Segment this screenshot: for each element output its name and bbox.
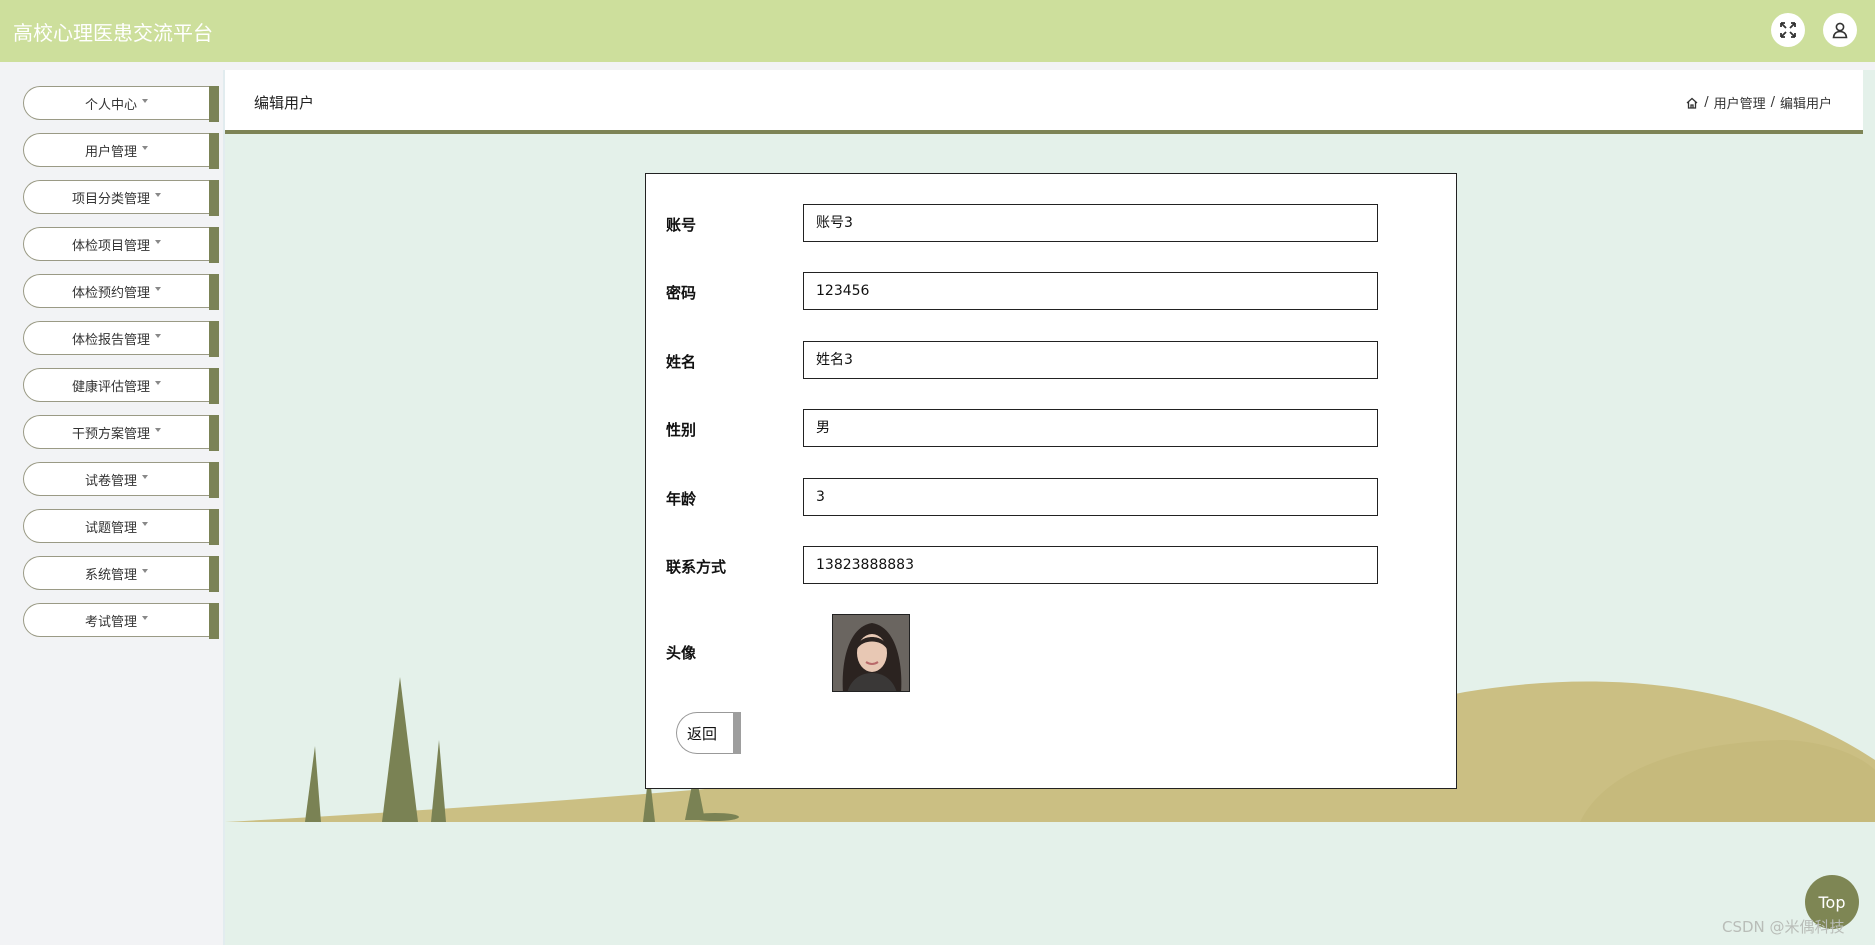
sidebar-item-label: 体检项目管理 [71,238,150,254]
expand-icon [1780,22,1796,38]
caret-down-icon [155,428,161,432]
avatar-photo [833,615,909,691]
sidebar-item-label: 考试管理 [84,614,137,630]
caret-down-icon [142,522,148,526]
gender-label: 性别 [666,421,697,439]
breadcrumb-separator: / [1704,95,1709,110]
avatar-label: 头像 [666,644,697,662]
form-row-name: 姓名 姓名3 [666,341,1426,381]
back-to-top-label: Top [1818,892,1846,912]
page-title: 编辑用户 [254,94,315,112]
breadcrumb-user-management[interactable]: 用户管理 [1714,93,1766,112]
sidebar-item-label: 项目分类管理 [71,191,150,207]
form-row-avatar: 头像 [666,614,1426,694]
form-row-password: 密码 123456 [666,272,1426,312]
sidebar-item-label: 系统管理 [84,567,137,583]
password-input[interactable]: 123456 [803,272,1378,310]
main-content: 编辑用户 / 用户管理 / 编辑用户 账号 账号3 密码 123456 姓名 姓… [225,70,1875,945]
breadcrumb: / 用户管理 / 编辑用户 [1685,93,1832,112]
sidebar-item-intervention-plan[interactable]: 干预方案管理 [23,415,219,451]
sidebar-item-label: 健康评估管理 [71,379,150,395]
form-row-gender: 性别 男 [666,409,1426,449]
sidebar-item-label: 体检预约管理 [71,285,150,301]
back-button[interactable]: 返回 [676,712,741,754]
sidebar-item-label: 试题管理 [84,520,137,536]
form-row-account: 账号 账号3 [666,204,1426,244]
sidebar-item-exam-project[interactable]: 体检项目管理 [23,227,219,263]
sidebar: 个人中心 用户管理 项目分类管理 体检项目管理 体检预约管理 体检报告管理 健康… [0,70,226,945]
caret-down-icon [142,569,148,573]
account-label: 账号 [666,216,697,234]
user-icon [1832,22,1848,39]
account-input[interactable]: 账号3 [803,204,1378,242]
sidebar-item-project-category[interactable]: 项目分类管理 [23,180,219,216]
age-input[interactable]: 3 [803,478,1378,516]
sidebar-item-personal-center[interactable]: 个人中心 [23,86,219,122]
form-row-contact: 联系方式 13823888883 [666,546,1426,586]
breadcrumb-bar: 编辑用户 / 用户管理 / 编辑用户 [225,70,1863,134]
breadcrumb-separator: / [1770,95,1775,110]
sidebar-item-label: 个人中心 [84,97,137,113]
sidebar-item-user-management[interactable]: 用户管理 [23,133,219,169]
sidebar-item-label: 用户管理 [84,144,137,160]
name-input[interactable]: 姓名3 [803,341,1378,379]
sidebar-item-label: 体检报告管理 [71,332,150,348]
sidebar-item-health-assessment[interactable]: 健康评估管理 [23,368,219,404]
fullscreen-button[interactable] [1771,13,1805,47]
password-label: 密码 [666,284,697,302]
app-title: 高校心理医患交流平台 [13,21,213,45]
sidebar-item-paper-management[interactable]: 试卷管理 [23,462,219,498]
caret-down-icon [155,381,161,385]
back-button-label: 返回 [687,724,718,743]
avatar-image[interactable] [832,614,910,692]
home-icon[interactable] [1685,96,1699,110]
form-row-age: 年龄 3 [666,478,1426,518]
caret-down-icon [142,99,148,103]
contact-label: 联系方式 [666,558,727,576]
contact-input[interactable]: 13823888883 [803,546,1378,584]
caret-down-icon [155,287,161,291]
name-label: 姓名 [666,353,697,371]
sidebar-item-exam-appointment[interactable]: 体检预约管理 [23,274,219,310]
sidebar-item-exam-management[interactable]: 考试管理 [23,603,219,639]
sidebar-item-system-management[interactable]: 系统管理 [23,556,219,592]
edit-user-form: 账号 账号3 密码 123456 姓名 姓名3 性别 男 年龄 3 联系方式 1… [645,173,1457,789]
caret-down-icon [142,146,148,150]
user-button[interactable] [1823,13,1857,47]
caret-down-icon [142,616,148,620]
caret-down-icon [142,475,148,479]
gender-input[interactable]: 男 [803,409,1378,447]
sidebar-item-question-management[interactable]: 试题管理 [23,509,219,545]
sidebar-item-label: 试卷管理 [84,473,137,489]
caret-down-icon [155,193,161,197]
top-bar: 高校心理医患交流平台 [0,0,1875,62]
breadcrumb-edit-user: 编辑用户 [1779,97,1832,112]
age-label: 年龄 [666,490,697,508]
sidebar-item-exam-report[interactable]: 体检报告管理 [23,321,219,357]
caret-down-icon [155,240,161,244]
sidebar-item-label: 干预方案管理 [71,426,150,442]
watermark: CSDN @米偶科技 [1722,918,1845,936]
caret-down-icon [155,334,161,338]
